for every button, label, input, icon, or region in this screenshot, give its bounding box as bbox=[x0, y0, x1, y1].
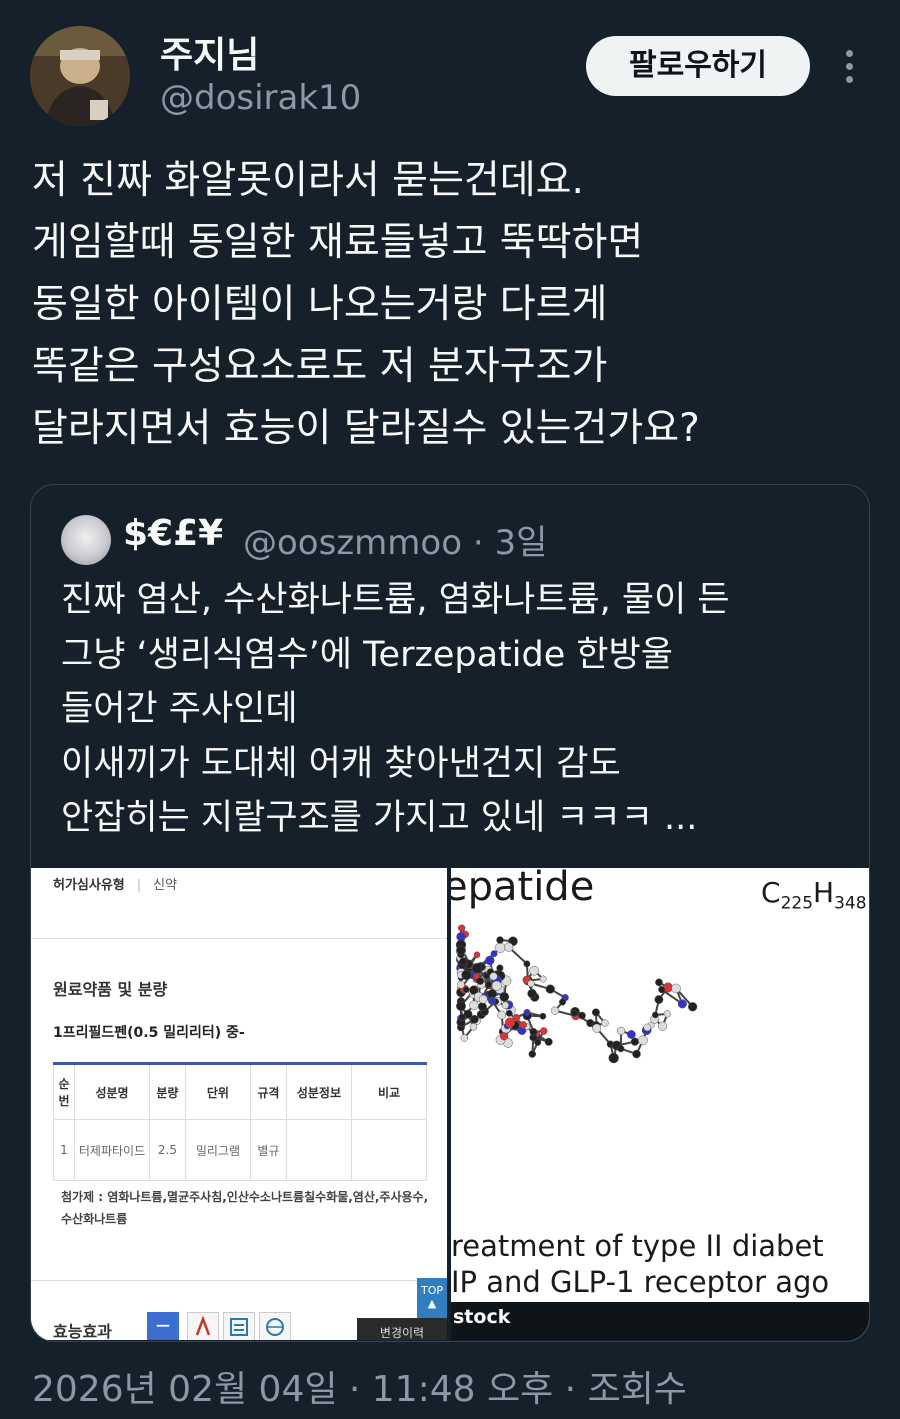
review-type-label: 허가심사유형 bbox=[53, 878, 125, 893]
col-header: 성분정보 bbox=[285, 1063, 353, 1120]
tweet-timestamp[interactable]: 2026년 02월 04일 · 11:48 오후 · 조회수 bbox=[32, 1360, 687, 1412]
table-header-row: 순번 성분명 분량 단위 규격 성분정보 비교 bbox=[53, 1063, 427, 1120]
divider: | bbox=[136, 878, 142, 893]
col-header: 성분명 bbox=[74, 1063, 150, 1120]
follow-button[interactable]: 팔로우하기 bbox=[586, 36, 810, 96]
efficacy-label: 효능효과 bbox=[53, 1322, 112, 1340]
quoted-display-name: $€£¥ bbox=[123, 513, 224, 554]
quoted-meta: @ooszmmoo · 3일 bbox=[243, 515, 547, 564]
quoted-handle: @ooszmmoo bbox=[243, 523, 463, 563]
attached-image-molecule[interactable]: epatide C225H348 reatment of type II dia… bbox=[451, 868, 869, 1340]
review-type-row: 허가심사유형 | 신약 bbox=[53, 874, 177, 893]
col-header: 단위 bbox=[184, 1063, 251, 1120]
table-cell: 1 bbox=[53, 1119, 75, 1181]
dose-subtitle: 1프리필드펜(0.5 밀리리터) 중- bbox=[53, 1025, 245, 1041]
document-icon bbox=[223, 1312, 255, 1340]
ingredient-section-title: 원료약품 및 분량 bbox=[53, 980, 168, 999]
up-arrow-icon: ▲ bbox=[427, 1297, 437, 1310]
divider bbox=[31, 938, 447, 939]
divider bbox=[31, 1280, 447, 1281]
quoted-author-avatar[interactable] bbox=[61, 515, 111, 565]
top-label: TOP bbox=[420, 1284, 443, 1297]
author-avatar[interactable] bbox=[30, 26, 130, 126]
col-header: 분량 bbox=[149, 1063, 186, 1120]
table-cell: 밀리그램 bbox=[184, 1119, 251, 1181]
table-cell bbox=[285, 1119, 353, 1181]
pdf-icon bbox=[187, 1312, 219, 1340]
table-cell: 터제파타이드 bbox=[74, 1119, 150, 1181]
tweet-text: 저 진짜 화알못이라서 묻는건데요. 게임할때 동일한 재료들넣고 뚝딱하면 동… bbox=[32, 158, 700, 451]
col-header: 규격 bbox=[249, 1063, 287, 1120]
table-cell: 2.5 bbox=[149, 1119, 186, 1181]
review-type-value: 신약 bbox=[153, 878, 178, 893]
quoted-tweet[interactable]: $€£¥ @ooszmmoo · 3일 진짜 염산, 수산화나트륨, 염화나트륨… bbox=[30, 484, 870, 1342]
ingredient-table: 순번 성분명 분량 단위 규격 성분정보 비교 1 터제파타이드 2.5 밀리그… bbox=[53, 1062, 427, 1181]
table-cell: 별규 bbox=[249, 1119, 287, 1181]
table-row: 1 터제파타이드 2.5 밀리그램 별규 bbox=[53, 1119, 427, 1181]
minus-icon: − bbox=[147, 1312, 179, 1340]
additives-text: 첨가제 : 염화나트륨,멸균주사침,인산수소나트륨칠수화물,염산,주사용수,수산… bbox=[61, 1190, 429, 1226]
history-button: 변경이력 bbox=[357, 1318, 447, 1340]
more-dots-icon[interactable] bbox=[836, 46, 864, 86]
web-icon bbox=[259, 1312, 291, 1340]
avatar-figure-icon bbox=[30, 26, 130, 126]
quoted-age: 3일 bbox=[494, 523, 548, 563]
col-header: 비교 bbox=[351, 1063, 427, 1120]
author-handle[interactable]: @dosirak10 bbox=[160, 78, 361, 118]
top-button: TOP ▲ bbox=[417, 1278, 447, 1320]
caption-line: reatment of type II diabet bbox=[451, 1229, 824, 1263]
col-header: 순번 bbox=[53, 1063, 75, 1120]
quoted-text: 진짜 염산, 수산화나트륨, 염화나트륨, 물이 든 그냥 ‘생리식염수’에 T… bbox=[61, 580, 730, 838]
author-display-name[interactable]: 주지님 bbox=[160, 26, 259, 78]
image-caption: reatment of type II diabet IP and GLP-1 … bbox=[451, 1228, 829, 1300]
molecule-structure-icon bbox=[455, 924, 698, 1064]
watermark-text: stock bbox=[453, 1306, 511, 1328]
attached-image-drug-info[interactable]: 허가심사유형 | 신약 원료약품 및 분량 1프리필드펜(0.5 밀리리터) 중- … bbox=[31, 868, 447, 1340]
meta-separator: · bbox=[472, 523, 495, 563]
caption-line: IP and GLP-1 receptor ago bbox=[451, 1265, 830, 1299]
table-cell bbox=[351, 1119, 427, 1181]
watermark-bar: stock bbox=[451, 1302, 869, 1340]
